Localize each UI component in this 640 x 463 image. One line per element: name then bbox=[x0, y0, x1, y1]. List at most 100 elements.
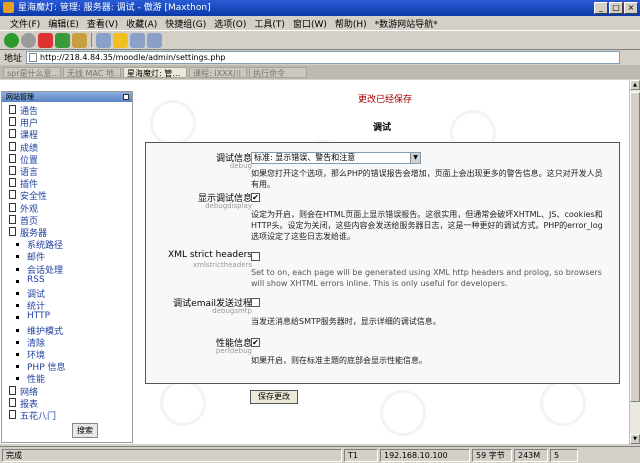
sidebar-item[interactable]: 服务器 bbox=[20, 226, 47, 239]
sidebar-item[interactable]: 邮件 bbox=[27, 250, 45, 263]
sidebar-item[interactable]: 成绩 bbox=[20, 141, 38, 154]
maximize-button[interactable]: □ bbox=[609, 2, 623, 14]
sidebar-item[interactable]: 性能 bbox=[27, 372, 45, 385]
xmlstrictheaders-checkbox[interactable] bbox=[251, 252, 260, 261]
menu-favorites[interactable]: 收藏(A) bbox=[122, 17, 161, 30]
menu-file[interactable]: 文件(F) bbox=[6, 17, 44, 30]
tab[interactable]: 执行命令 bbox=[249, 66, 307, 78]
stop-icon[interactable] bbox=[38, 32, 53, 48]
status-t1: T1 bbox=[344, 448, 378, 462]
folder-icon bbox=[9, 153, 16, 163]
menu-tools[interactable]: 工具(T) bbox=[250, 17, 289, 30]
bullet-icon bbox=[16, 365, 19, 369]
folder-icon bbox=[9, 105, 16, 114]
menu-edit[interactable]: 编辑(E) bbox=[44, 17, 83, 30]
bullet-icon bbox=[16, 340, 19, 344]
setting-desc-debugsmtp: 当发送消息给SMTP服务器时，显示详细的调试信息。 bbox=[251, 317, 441, 326]
url-field[interactable]: http://218.4.84.35/moodle/admin/settings… bbox=[26, 51, 621, 64]
setting-key-debug: debug bbox=[229, 162, 252, 170]
sidebar-item[interactable]: 安全性 bbox=[20, 189, 47, 202]
sidebar-item[interactable]: 首页 bbox=[20, 214, 38, 227]
sidebar-item[interactable]: 五花八门 bbox=[20, 409, 56, 422]
star-icon[interactable] bbox=[113, 32, 128, 48]
menu-site-nav[interactable]: *数游网站导航* bbox=[371, 17, 442, 30]
save-changes-button[interactable]: 保存更改 bbox=[250, 390, 298, 404]
sidebar-item[interactable]: 调试 bbox=[27, 287, 45, 300]
back-icon[interactable] bbox=[4, 32, 19, 48]
sidebar-item[interactable]: 环境 bbox=[27, 348, 45, 361]
bullet-icon bbox=[16, 377, 19, 381]
menu-window[interactable]: 窗口(W) bbox=[289, 17, 331, 30]
bullet-icon bbox=[16, 316, 19, 320]
setting-key-debugdisplay: debugdisplay bbox=[205, 202, 252, 210]
sidebar-item[interactable]: RSS bbox=[27, 275, 45, 285]
menu-options[interactable]: 选项(O) bbox=[210, 17, 250, 30]
home-icon[interactable] bbox=[72, 32, 87, 48]
sidebar-item[interactable]: 用户 bbox=[20, 116, 38, 129]
bullet-icon bbox=[16, 304, 19, 308]
menu-help[interactable]: 帮助(H) bbox=[331, 17, 371, 30]
sidebar-item[interactable]: 位置 bbox=[20, 153, 38, 166]
debug-select[interactable]: 标准: 显示错误、警告和注意 ▼ bbox=[251, 152, 421, 164]
print-icon[interactable] bbox=[130, 32, 145, 48]
refresh-icon[interactable] bbox=[55, 32, 70, 48]
perfdebug-checkbox[interactable]: ✔ bbox=[251, 338, 260, 347]
folder-icon bbox=[9, 117, 16, 127]
tab-bar: spr是什么意… 无线 MAC 地… 星海魔灯: 管… 课程: IXXX川 执行… bbox=[0, 65, 640, 79]
sidebar-item[interactable]: 外观 bbox=[20, 202, 38, 215]
page-title: 调试 bbox=[373, 123, 392, 133]
setting-key-xmlstrictheaders: xmlstrictheaders bbox=[192, 261, 252, 269]
mail-icon[interactable] bbox=[147, 32, 162, 48]
bullet-icon bbox=[16, 353, 19, 356]
scroll-thumb[interactable] bbox=[630, 92, 640, 402]
sidebar-item[interactable]: 插件 bbox=[20, 177, 38, 190]
window-titlebar[interactable]: 星海魔灯: 管理: 服务器: 调试 - 傲游 [Maxthon] _ □ × bbox=[0, 0, 640, 16]
debug-select-value: 标准: 显示错误、警告和注意 bbox=[254, 153, 356, 162]
scroll-up-icon[interactable]: ▲ bbox=[630, 80, 640, 90]
menu-groups[interactable]: 快捷组(G) bbox=[161, 17, 210, 30]
bullet-icon bbox=[16, 279, 19, 283]
close-button[interactable]: × bbox=[624, 2, 638, 14]
toolbar bbox=[0, 30, 640, 50]
sidebar-item[interactable]: 语言 bbox=[20, 165, 38, 178]
sidebar-search-button[interactable]: 搜索 bbox=[72, 423, 98, 438]
sidebar-item[interactable]: 统计 bbox=[27, 299, 45, 312]
debugdisplay-checkbox[interactable]: ✔ bbox=[251, 193, 260, 202]
folder-icon bbox=[9, 178, 16, 188]
sidebar-item[interactable]: 网络 bbox=[20, 385, 38, 398]
minimize-button[interactable]: _ bbox=[594, 2, 608, 14]
folder-icon bbox=[9, 166, 16, 175]
sidebar-header: 网站管理 bbox=[2, 92, 132, 102]
sidebar-item[interactable]: 系统路径 bbox=[27, 238, 63, 251]
chevron-down-icon[interactable]: ▼ bbox=[410, 153, 420, 163]
tab-active[interactable]: 星海魔灯: 管… bbox=[123, 66, 187, 78]
menu-view[interactable]: 查看(V) bbox=[83, 17, 122, 30]
sidebar-item[interactable]: PHP 信息 bbox=[27, 360, 65, 373]
setting-desc-perfdebug: 如果开启，则在标准主题的底部会显示性能信息。 bbox=[251, 356, 427, 365]
sidebar-item[interactable]: 清除 bbox=[27, 336, 45, 349]
watermark-logo bbox=[160, 380, 206, 426]
tab[interactable]: 课程: IXXX川 bbox=[189, 66, 247, 78]
window-title: 星海魔灯: 管理: 服务器: 调试 - 傲游 [Maxthon] bbox=[18, 3, 211, 13]
setting-desc-xmlstrictheaders: Set to on, each page will be generated u… bbox=[251, 268, 602, 288]
bullet-icon bbox=[16, 255, 19, 259]
setting-key-debugsmtp: debugsmtp bbox=[212, 307, 252, 315]
sidebar-item[interactable]: 报表 bbox=[20, 397, 38, 410]
sidebar-item[interactable]: 课程 bbox=[20, 128, 38, 141]
folder-icon bbox=[9, 385, 16, 395]
sidebar-item[interactable]: 通告 bbox=[20, 104, 38, 117]
tab[interactable]: spr是什么意… bbox=[3, 66, 61, 78]
debugsmtp-checkbox[interactable] bbox=[251, 298, 260, 307]
vertical-scrollbar[interactable]: ▲ ▼ bbox=[629, 80, 640, 444]
search-icon[interactable] bbox=[96, 32, 111, 48]
folder-icon bbox=[9, 410, 16, 419]
sidebar-item[interactable]: HTTP bbox=[27, 311, 50, 321]
tab[interactable]: 无线 MAC 地… bbox=[63, 66, 121, 78]
sidebar-item[interactable]: 会话处理 bbox=[27, 263, 63, 276]
collapse-icon[interactable] bbox=[123, 94, 129, 100]
sidebar-item[interactable]: 维护模式 bbox=[27, 324, 63, 337]
watermark-logo bbox=[150, 100, 196, 146]
forward-icon[interactable] bbox=[21, 32, 36, 48]
scroll-down-icon[interactable]: ▼ bbox=[630, 434, 640, 444]
menubar: 文件(F) 编辑(E) 查看(V) 收藏(A) 快捷组(G) 选项(O) 工具(… bbox=[0, 16, 640, 30]
